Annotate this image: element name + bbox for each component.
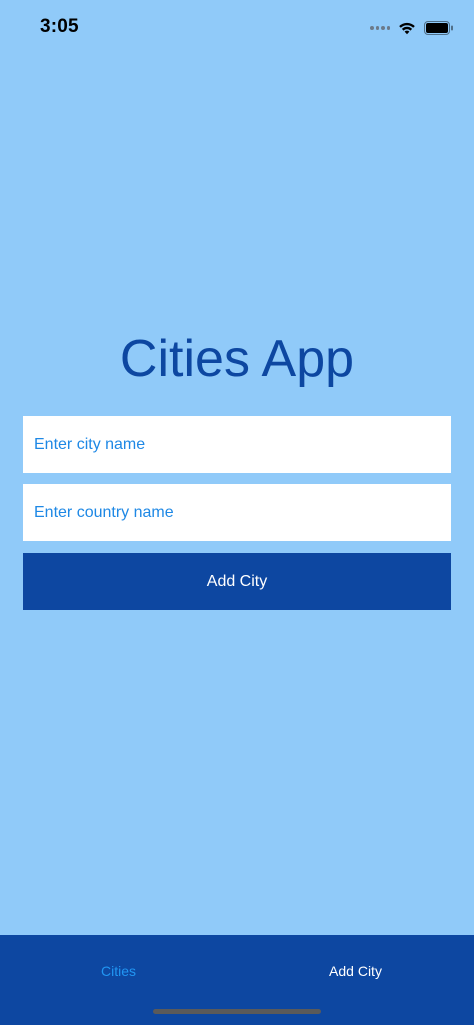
tab-add-city[interactable]: Add City [237, 963, 474, 979]
home-indicator [153, 1009, 321, 1014]
add-city-button[interactable]: Add City [23, 553, 451, 610]
country-name-input[interactable] [23, 484, 451, 541]
battery-icon [424, 21, 454, 35]
status-bar: 3:05 [0, 0, 474, 56]
signal-icon [370, 23, 390, 33]
tab-bar: Cities Add City [0, 935, 474, 1025]
wifi-icon [398, 21, 416, 35]
app-screen: 3:05 Cities App Add [0, 0, 474, 1025]
tab-cities[interactable]: Cities [0, 963, 237, 979]
status-time: 3:05 [40, 16, 79, 37]
city-name-input[interactable] [23, 416, 451, 473]
page-title: Cities App [119, 330, 355, 388]
status-icons [370, 18, 454, 38]
